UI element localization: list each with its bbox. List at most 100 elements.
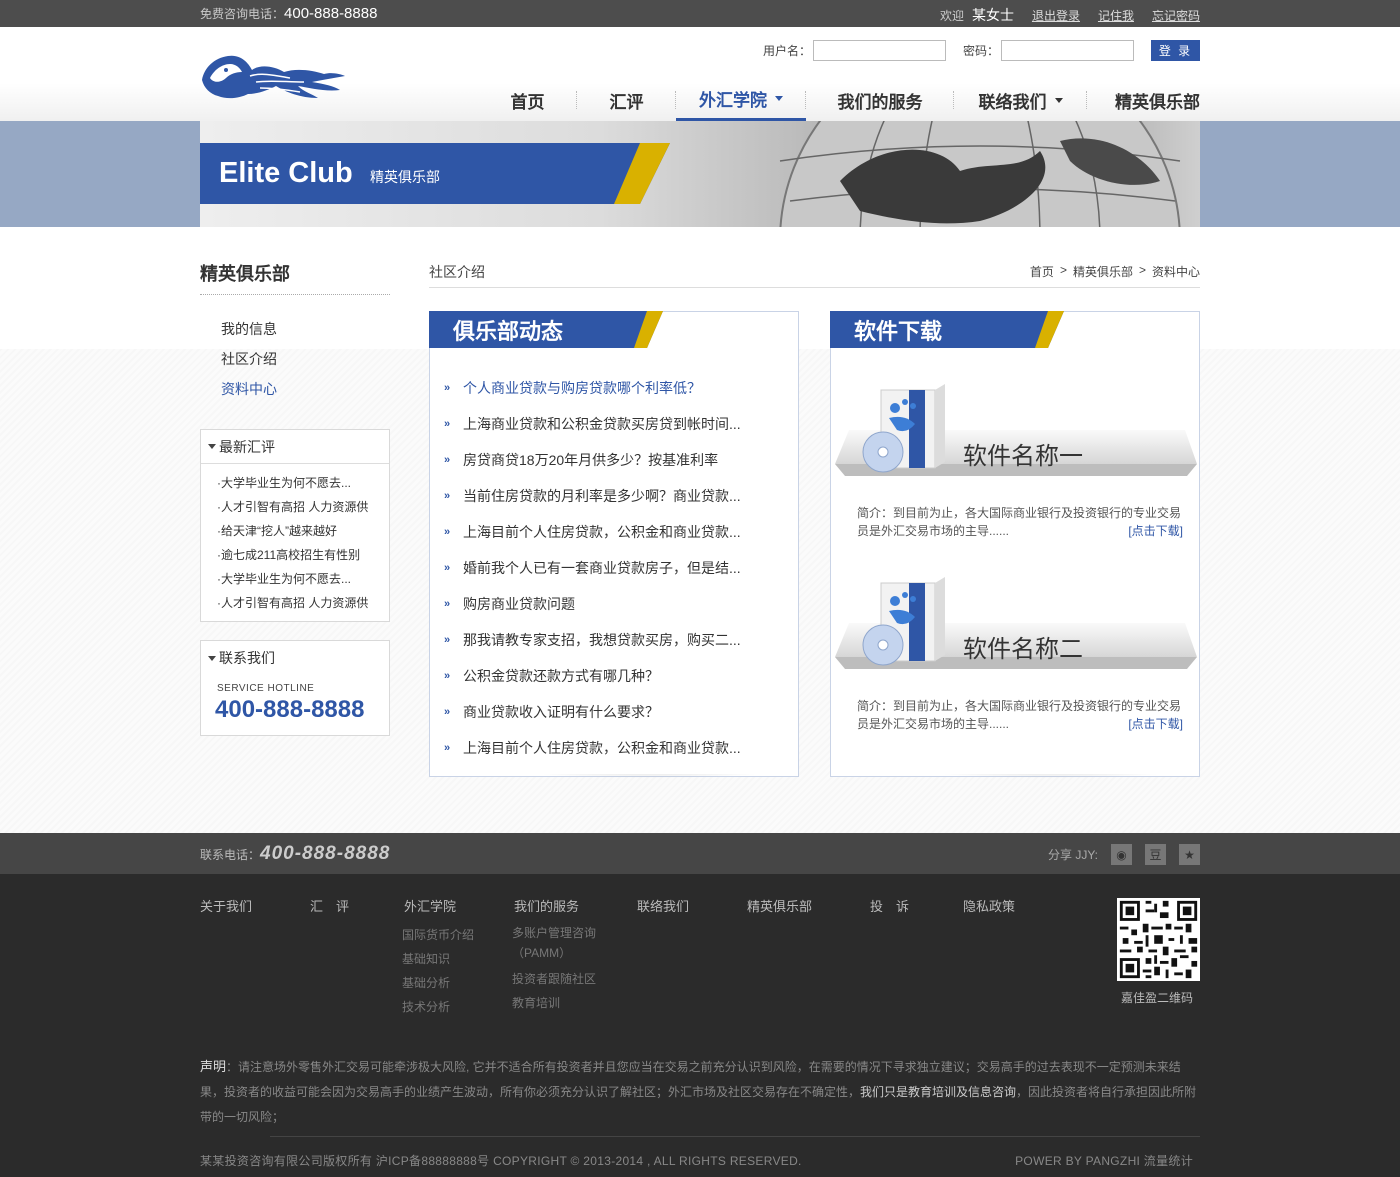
footer-col: 汇 评 [310,896,349,915]
divider [270,1136,1200,1137]
copyright: 某某投资咨询有限公司版权所有 沪ICP备88888888号 COPYRIGHT … [200,1154,802,1168]
list-item[interactable]: » 那我请教专家支招，我想贷款买房，购买二... [444,622,741,658]
main-nav: 首页 汇评 外汇学院 我们的服务 联络我们 精英俱乐部 [478,79,1200,121]
caret-down-icon [208,655,216,661]
list-item[interactable]: » 房贷商贷18万20年月供多少？按基准利率 [444,442,741,478]
footer-sublink[interactable]: 基础分析 [402,971,474,995]
breadcrumb-elite-club[interactable]: 精英俱乐部 [1073,263,1133,280]
contact-box-title: 联系我们 [219,650,275,666]
password-input[interactable] [1001,40,1134,61]
double-chevron-right-icon: » [444,706,451,718]
breadcrumb-separator: > [1059,263,1067,277]
header: 用户名： 密码： 登 录 首页 汇评 外汇学院 我们的服务 联络我们 精英俱乐部 [0,27,1400,121]
list-item[interactable]: » 婚前我个人已有一套商业贷款房子，但是结... [444,550,741,586]
disclaimer: 声明：请注意场外零售外汇交易可能牵涉极大风险, 它并不适合所有投资者并且您应当在… [200,1059,1197,1124]
list-item[interactable]: ·大学毕业生为何不愿去... [217,471,389,495]
caret-down-icon [208,444,216,449]
latest-reviews-box: 最新汇评 ·大学毕业生为何不愿去... ·人才引智有高招 人力资源供 ·给天津“… [200,429,390,622]
forgot-password-link[interactable]: 忘记密码 [1152,7,1200,24]
divider [429,287,1200,288]
double-chevron-right-icon: » [444,526,451,538]
nav-services[interactable]: 我们的服务 [806,79,954,121]
panel-shadow [489,774,799,792]
top-hotline-number: 400-888-8888 [284,5,378,22]
weibo-icon[interactable]: ◉ [1111,844,1132,865]
sidebar-menu: 我的信息 社区介绍 资料中心 [221,314,277,404]
footer-link-complaint[interactable]: 投 诉 [870,896,909,915]
list-item[interactable]: ·人才引智有高招 人力资源供 [217,591,389,615]
share-label: 分享 JJY: [1047,848,1098,862]
list-item[interactable]: » 购房商业贷款问题 [444,586,741,622]
sidebar-title: 精英俱乐部 [200,264,290,284]
list-item[interactable]: » 公积金贷款还款方式有哪几种？ [444,658,741,694]
service-hotline-label: SERVICE HOTLINE [217,683,315,694]
logout-link[interactable]: 退出登录 [1032,7,1080,24]
welcome-text: 欢迎 [939,9,964,23]
sidebar-item-my-info[interactable]: 我的信息 [221,314,277,344]
list-item[interactable]: » 商业贷款收入证明有什么要求？ [444,694,741,730]
password-label: 密码： [962,44,999,58]
footer-sublink[interactable]: 技术分析 [402,995,474,1019]
powered-by[interactable]: POWER BY PANGZHI 流量统计 [1015,1152,1193,1169]
footer-link-academy[interactable]: 外汇学院 [404,896,474,915]
login-button[interactable]: 登 录 [1151,40,1200,61]
club-news-list: » 个人商业贷款与购房贷款哪个利率低？ » 上海商业贷款和公积金贷款买房贷到帐时间.… [444,370,741,766]
nav-contact[interactable]: 联络我们 [954,79,1087,121]
footer-sublink[interactable]: 教育培训 [512,991,612,1015]
footer-sublink[interactable]: 投资者跟随社区 [512,967,612,991]
username-label: 用户名： [762,44,811,58]
footer-col: 外汇学院 国际货币介绍 基础知识 基础分析 技术分析 [402,896,474,1019]
double-chevron-right-icon: » [444,598,451,610]
footer-col: 我们的服务 多账户管理咨询（PAMM） 投资者跟随社区 教育培训 [512,896,612,1015]
list-item[interactable]: » 当前住房贷款的月利率是多少啊？商业贷款... [444,478,741,514]
double-chevron-right-icon: » [444,742,451,754]
breadcrumb-separator: > [1138,263,1146,277]
footer-link-contact[interactable]: 联络我们 [637,896,689,915]
banner-subtitle: 精英俱乐部 [370,169,440,185]
footer-sublink[interactable]: 国际货币介绍 [402,923,474,947]
banner: Elite Club 精英俱乐部 [0,121,1400,227]
footer-link-review[interactable]: 汇 评 [310,896,349,915]
nav-review[interactable]: 汇评 [577,79,676,121]
remember-me-link[interactable]: 记住我 [1098,7,1134,24]
software-panel: 软件下载 软件名称一 简介：到目前为止，各大国际商业银行及投资银行的专业交易员是… [830,311,1200,777]
banner-title: Elite Club [219,157,353,189]
footer-link-privacy[interactable]: 隐私政策 [963,896,1015,915]
list-item[interactable]: » 上海目前个人住房贷款，公积金和商业贷款... [444,730,741,766]
list-item[interactable]: » 个人商业贷款与购房贷款哪个利率低？ [444,370,741,406]
download-link[interactable]: [点击下载] [1128,522,1183,539]
contact-box: 联系我们 SERVICE HOTLINE 400-888-8888 [200,640,390,736]
list-item[interactable]: » 上海商业贷款和公积金贷款买房贷到帐时间... [444,406,741,442]
footer-col: 精英俱乐部 [747,896,812,915]
list-item[interactable]: » 上海目前个人住房贷款，公积金和商业贷款... [444,514,741,550]
nav-home[interactable]: 首页 [478,79,577,121]
login-form: 用户名： 密码： 登 录 [763,40,1200,61]
list-item[interactable]: ·大学毕业生为何不愿去... [217,567,389,591]
download-link[interactable]: [点击下载] [1128,715,1183,732]
footer-link-services[interactable]: 我们的服务 [514,896,612,915]
footer-col: 隐私政策 [963,896,1015,915]
top-bar: 免费咨询电话：400-888-8888 欢迎 某女士 退出登录 记住我 忘记密码 [0,0,1400,27]
list-item[interactable]: ·逾七成211高校招生有性别 [217,543,389,567]
double-chevron-right-icon: » [444,382,451,394]
nav-forex-academy[interactable]: 外汇学院 [676,79,806,121]
footer-link-about[interactable]: 关于我们 [200,896,252,915]
sidebar-item-resource-center[interactable]: 资料中心 [221,374,277,404]
divider [200,294,390,295]
double-chevron-right-icon: » [444,562,451,574]
lion-logo-icon[interactable] [200,50,345,100]
douban-icon[interactable]: 豆 [1145,844,1166,865]
breadcrumb-home[interactable]: 首页 [1030,263,1054,280]
footer-link-elite-club[interactable]: 精英俱乐部 [747,896,812,915]
favorite-icon[interactable]: ★ [1179,844,1200,865]
nav-elite-club[interactable]: 精英俱乐部 [1087,79,1200,121]
footer-sublink[interactable]: 多账户管理咨询（PAMM） [512,923,612,963]
list-item[interactable]: ·人才引智有高招 人力资源供 [217,495,389,519]
qr-code-icon [1117,898,1200,981]
double-chevron-right-icon: » [444,490,451,502]
username-input[interactable] [812,40,946,61]
footer-sublink[interactable]: 基础知识 [402,947,474,971]
double-chevron-right-icon: » [444,418,451,430]
list-item[interactable]: ·给天津“挖人”越来越好 [217,519,389,543]
sidebar-item-community[interactable]: 社区介绍 [221,344,277,374]
